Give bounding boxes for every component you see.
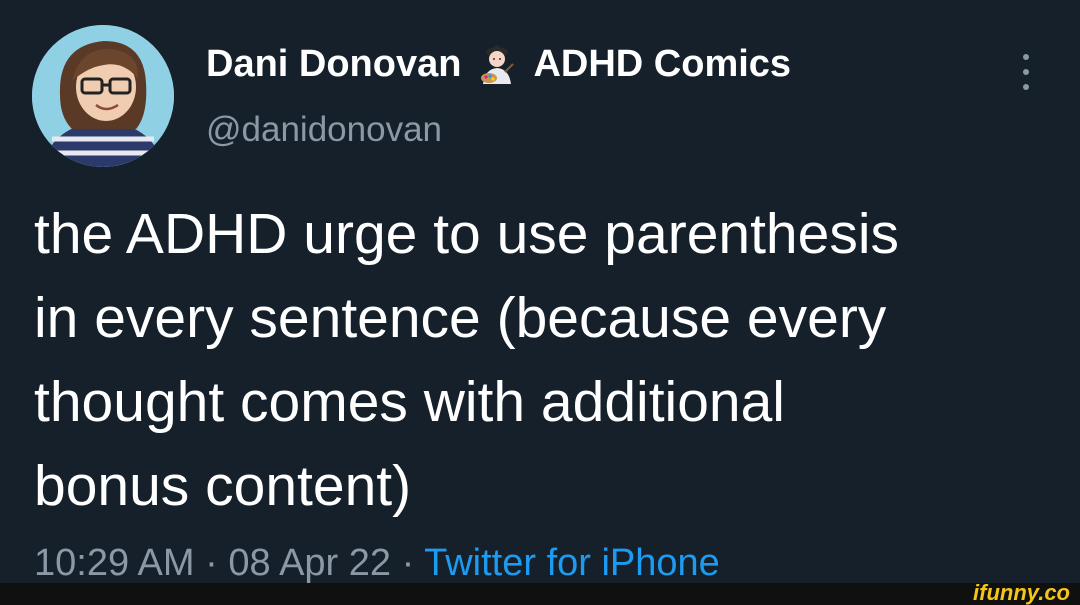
tweet-metadata: 10:29 AM · 08 Apr 22 · Twitter for iPhon… (34, 538, 720, 588)
meta-separator: · (401, 542, 415, 584)
author-handle[interactable]: @danidonovan (206, 108, 442, 152)
more-dot (1023, 54, 1029, 60)
tweet-date[interactable]: 08 Apr 22 (228, 542, 391, 584)
tweet-text-line: thought comes with additional (34, 370, 785, 434)
more-options-icon[interactable] (1012, 50, 1040, 94)
tweet-text-line: in every sentence (because every (34, 286, 887, 350)
more-dot (1023, 69, 1029, 75)
tweet-text: the ADHD urge to use parenthesis in ever… (34, 192, 1064, 528)
tweet-time[interactable]: 10:29 AM (34, 542, 195, 584)
tweet-text-line: bonus content) (34, 454, 412, 518)
cartoon-avatar-icon (32, 25, 174, 167)
profile-avatar[interactable] (32, 25, 174, 167)
author-name-text: Dani Donovan (206, 43, 462, 85)
more-dot (1023, 84, 1029, 90)
artist-emoji-icon (475, 42, 519, 86)
ifunny-watermark: ifunny.co (973, 580, 1070, 605)
tweet-source-link[interactable]: Twitter for iPhone (424, 542, 720, 584)
author-display-name[interactable]: Dani Donovan ADHD Comics (206, 40, 791, 88)
author-badge-text: ADHD Comics (533, 43, 792, 85)
watermark-bar (0, 583, 1080, 605)
tweet-text-line: the ADHD urge to use parenthesis (34, 202, 899, 266)
meta-separator: · (205, 542, 218, 584)
tweet-card: Dani Donovan ADHD Comics @danidonovan th… (0, 0, 1080, 605)
